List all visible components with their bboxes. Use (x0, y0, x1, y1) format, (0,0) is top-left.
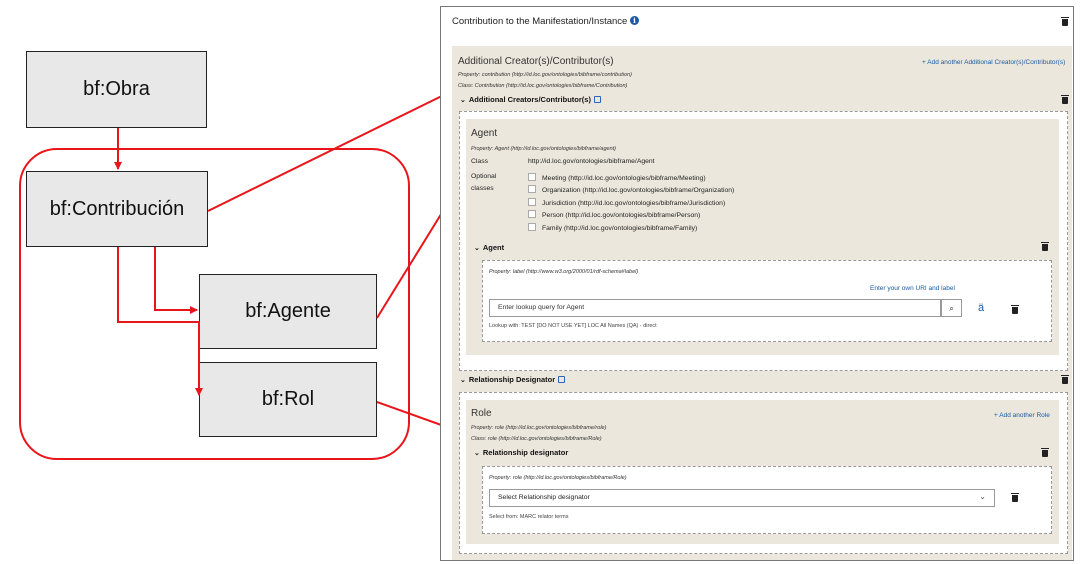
panel-title: Contribution to the Manifestation/Instan… (452, 16, 628, 27)
label-property: Property: label (http://www.w3.org/2000/… (489, 269, 639, 275)
checkbox[interactable] (528, 198, 536, 206)
add-role-link[interactable]: + Add another Role (994, 412, 1050, 419)
optional-class-label: Organization (http://id.loc.gov/ontologi… (542, 187, 735, 194)
optional-label-line2: classes (471, 185, 494, 192)
optional-class-label: Jurisdiction (http://id.loc.gov/ontologi… (542, 200, 726, 207)
optional-class-person[interactable]: Person (http://id.loc.gov/ontologies/bib… (528, 210, 700, 219)
checkbox[interactable] (528, 173, 536, 181)
trash-icon[interactable] (1061, 95, 1069, 104)
role-property: Property: role (http://id.loc.gov/ontolo… (471, 425, 607, 431)
designator-toggle-label: Relationship designator (482, 448, 569, 457)
trash-icon[interactable] (1041, 242, 1049, 251)
relationship-toggle-label: Relationship Designator (468, 375, 556, 384)
language-button[interactable]: ä (978, 302, 984, 314)
creators-toggle-label: Additional Creators/Contributor(s) (468, 95, 591, 104)
chevron-down-icon: ⌄ (474, 245, 480, 252)
trash-icon[interactable] (1011, 493, 1019, 502)
optional-class-organization[interactable]: Organization (http://id.loc.gov/ontologi… (528, 185, 734, 194)
chevron-down-icon: ⌄ (460, 97, 466, 104)
checkbox[interactable] (528, 223, 536, 231)
optional-class-label: Person (http://id.loc.gov/ontologies/bib… (542, 212, 701, 219)
designator-toggle[interactable]: ⌄ Relationship designator (474, 448, 568, 457)
creators-toggle[interactable]: ⌄ Additional Creators/Contributor(s) (460, 95, 601, 104)
contribution-panel: Contribution to the Manifestation/Instan… (440, 6, 1074, 561)
role-title: Role (471, 408, 492, 419)
optional-label-line1: Optional (471, 173, 497, 180)
agent-property: Property: Agent (http://id.loc.gov/ontol… (471, 146, 617, 152)
lookup-placeholder: Enter lookup query for Agent (498, 304, 585, 311)
designator-property: Property: role (http://id.loc.gov/ontolo… (489, 475, 627, 481)
role-class: Class: role (http://id.loc.gov/ontologie… (471, 436, 602, 442)
trash-icon[interactable] (1011, 305, 1019, 314)
creators-property: Property: contribution (http://id.loc.go… (458, 72, 632, 78)
trash-icon[interactable] (1061, 17, 1069, 26)
own-uri-link[interactable]: Enter your own URI and label (870, 285, 955, 292)
chevron-down-icon: ⌄ (979, 492, 986, 501)
node-contribucion: bf:Contribución (26, 171, 208, 247)
agent-class-label: Class (471, 158, 488, 165)
select-label: Select Relationship designator (498, 494, 590, 501)
optional-class-family[interactable]: Family (http://id.loc.gov/ontologies/bib… (528, 223, 697, 232)
optional-class-meeting[interactable]: Meeting (http://id.loc.gov/ontologies/bi… (528, 173, 706, 182)
edit-icon[interactable] (558, 376, 566, 383)
add-creator-link[interactable]: + Add another Additional Creator(s)/Cont… (922, 59, 1065, 66)
trash-icon[interactable] (1041, 448, 1049, 457)
lookup-note: Lookup with: TEST [DO NOT USE YET] LOC A… (489, 323, 657, 329)
chevron-down-icon: ⌄ (460, 377, 466, 384)
creators-class: Class: Contribution (http://id.loc.gov/o… (458, 83, 628, 89)
optional-class-jurisdiction[interactable]: Jurisdiction (http://id.loc.gov/ontologi… (528, 198, 725, 207)
select-note: Select from: MARC relator terms (489, 514, 569, 520)
relationship-designator-select[interactable]: Select Relationship designator ⌄ (489, 489, 995, 507)
agent-toggle[interactable]: ⌄ Agent (474, 243, 504, 252)
panel-title-row: Contribution to the Manifestation/Instan… (452, 16, 639, 27)
trash-icon[interactable] (1061, 375, 1069, 384)
checkbox[interactable] (528, 185, 536, 193)
edit-icon[interactable] (593, 96, 601, 103)
agent-lookup-input[interactable]: Enter lookup query for Agent (489, 299, 941, 317)
search-icon[interactable]: ⌕ (941, 299, 962, 317)
checkbox[interactable] (528, 210, 536, 218)
node-agente: bf:Agente (199, 274, 377, 349)
agent-class-value: http://id.loc.gov/ontologies/bibframe/Ag… (528, 158, 655, 165)
node-rol: bf:Rol (199, 362, 377, 437)
info-icon[interactable]: i (629, 16, 639, 25)
chevron-down-icon: ⌄ (474, 450, 480, 457)
creators-title: Additional Creator(s)/Contributor(s) (458, 56, 614, 67)
relationship-toggle[interactable]: ⌄ Relationship Designator (460, 375, 566, 384)
agent-toggle-label: Agent (482, 243, 505, 252)
optional-class-label: Meeting (http://id.loc.gov/ontologies/bi… (542, 175, 706, 182)
node-obra: bf:Obra (26, 51, 207, 128)
optional-class-label: Family (http://id.loc.gov/ontologies/bib… (542, 225, 698, 232)
agent-title: Agent (471, 128, 498, 139)
